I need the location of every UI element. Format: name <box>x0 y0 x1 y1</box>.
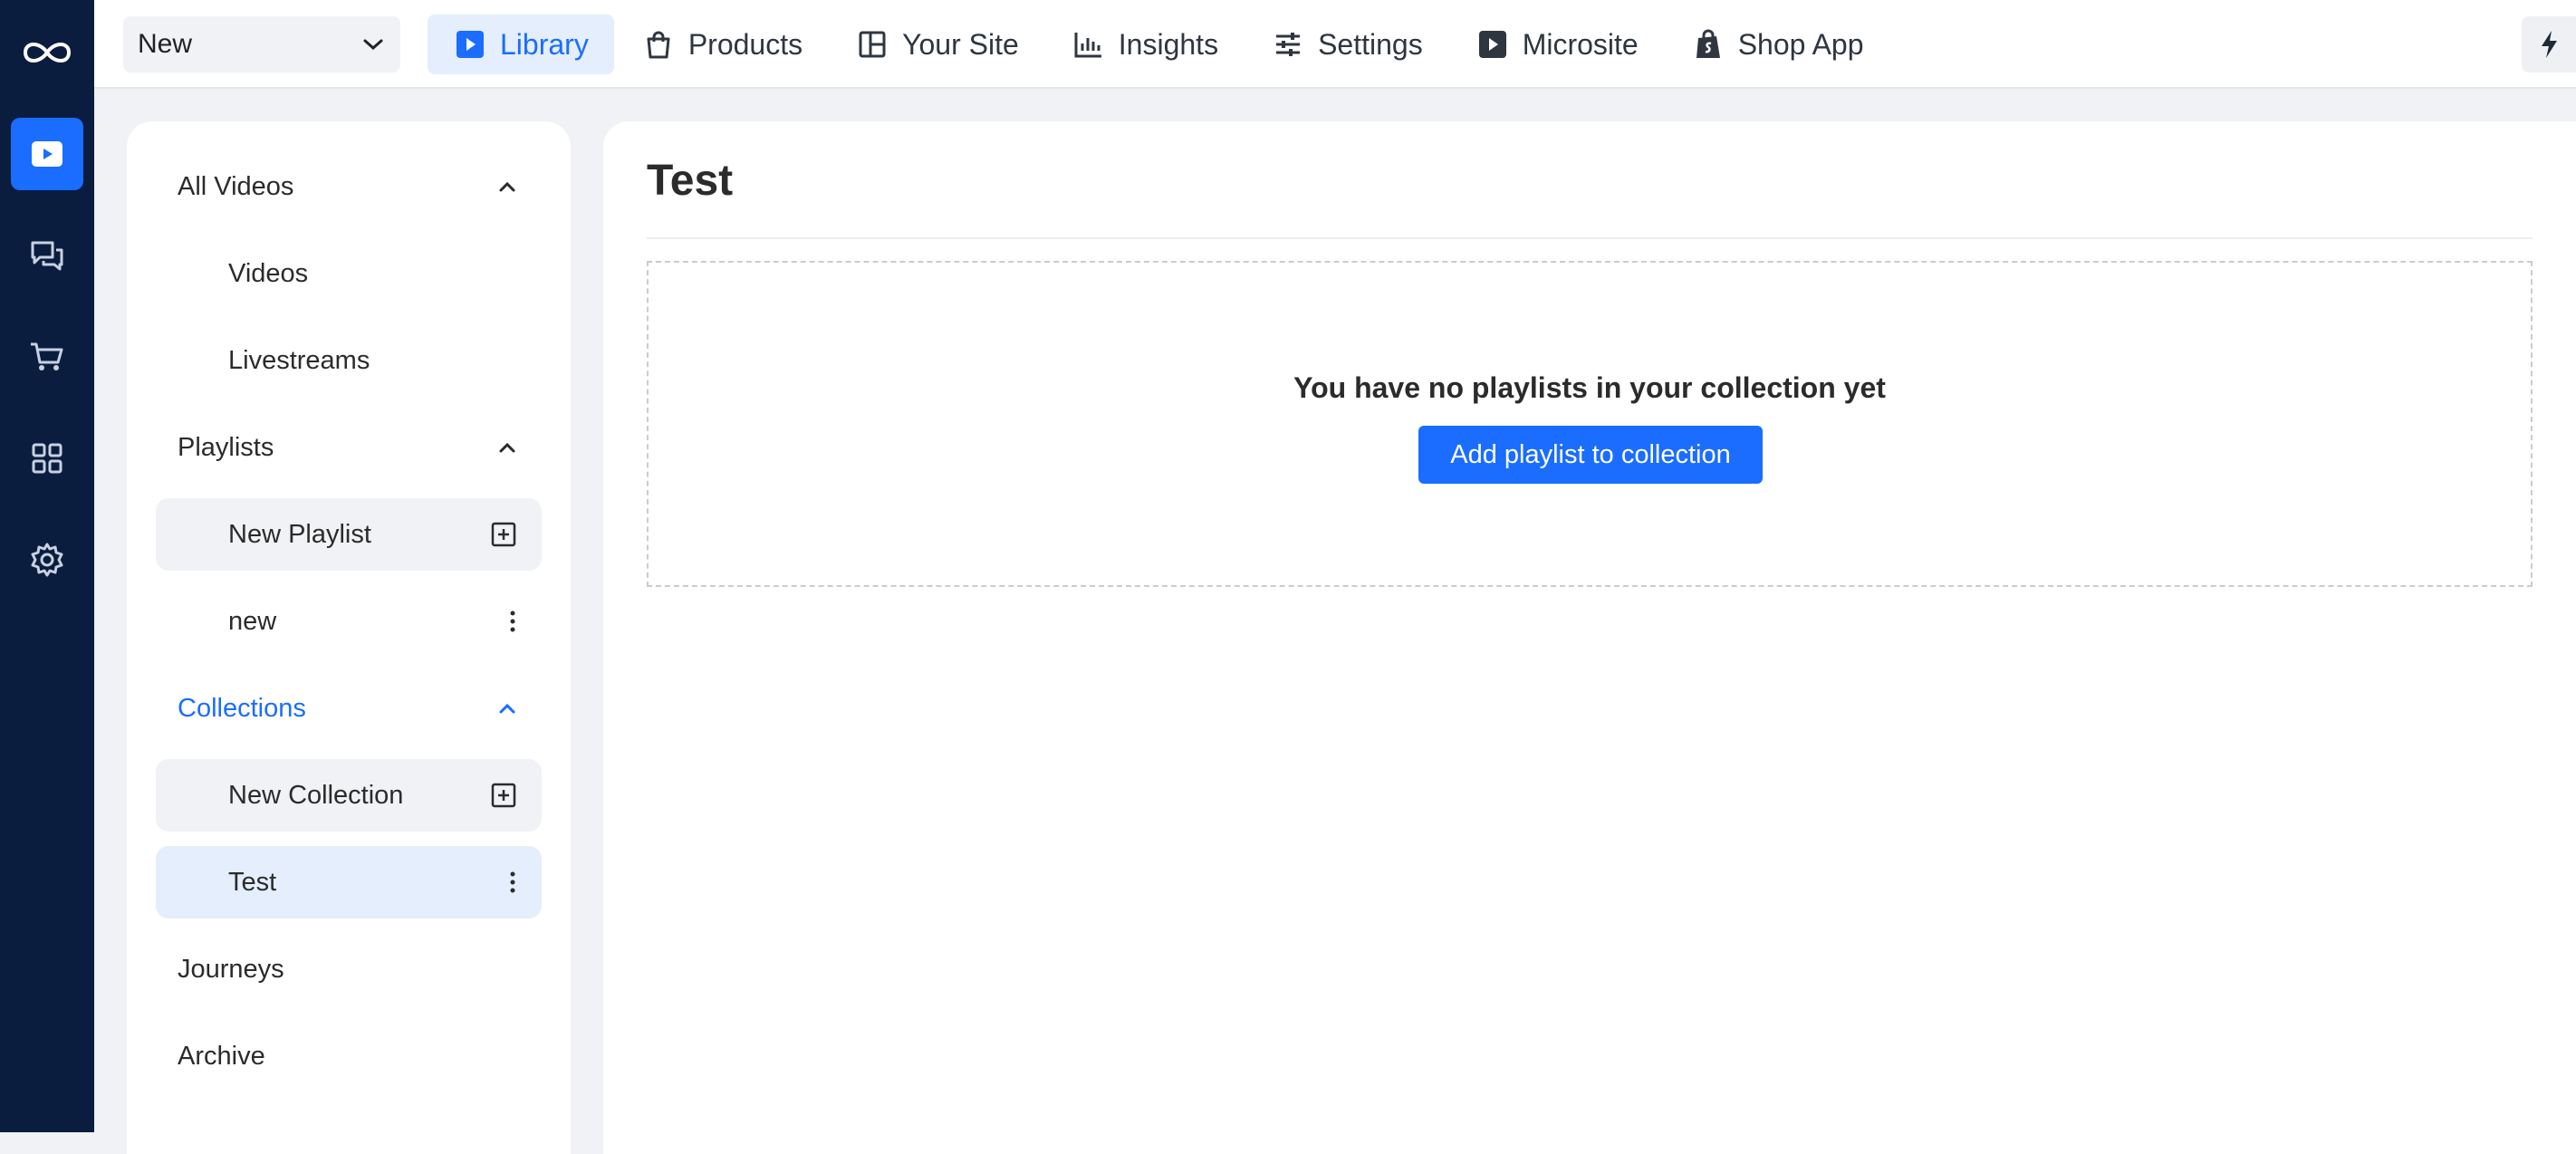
nav-insights[interactable]: Insights <box>1046 14 1244 74</box>
play-square-icon <box>1475 27 1510 62</box>
more-vertical-icon[interactable] <box>509 870 516 894</box>
nav-your-site[interactable]: Your Site <box>830 14 1044 74</box>
plus-square-icon <box>491 522 516 547</box>
main-nav: Library Products Your Site Insights Sett… <box>428 14 1891 74</box>
rail-videos-button[interactable] <box>11 118 83 190</box>
library-sidebar: All Videos Videos Livestreams Playlists … <box>127 121 571 1154</box>
sidebar-section-collections[interactable]: Collections <box>156 672 542 745</box>
video-icon <box>32 141 62 167</box>
sidebar-item-label: Journeys <box>178 954 284 984</box>
chevron-down-icon <box>363 39 383 51</box>
chevron-up-icon <box>499 703 515 714</box>
top-bar: New Library Products Your Site Insights … <box>94 0 2576 89</box>
nav-library-label: Library <box>500 27 589 61</box>
nav-shop-app-label: Shop App <box>1737 27 1864 61</box>
sidebar-item-label: new <box>228 606 277 636</box>
sidebar-item-journeys[interactable]: Journeys <box>156 933 542 1005</box>
title-divider <box>647 237 2533 239</box>
sidebar-item-videos[interactable]: Videos <box>156 237 542 310</box>
sidebar-item-playlist-new[interactable]: new <box>156 585 542 658</box>
sidebar-section-all-videos[interactable]: All Videos <box>156 150 542 223</box>
sidebar-section-label: Collections <box>178 693 306 723</box>
sidebar-item-label: Livestreams <box>228 345 370 375</box>
sidebar-item-label: Test <box>228 867 277 897</box>
page-title: Test <box>647 157 734 205</box>
workspace-select[interactable]: New <box>123 16 400 72</box>
nav-library[interactable]: Library <box>428 14 614 74</box>
sidebar-section-playlists[interactable]: Playlists <box>156 411 542 484</box>
play-square-icon <box>453 27 487 62</box>
plus-square-icon <box>491 783 516 808</box>
sidebar-item-livestreams[interactable]: Livestreams <box>156 324 542 397</box>
nav-settings[interactable]: Settings <box>1245 14 1448 74</box>
sidebar-item-label: Archive <box>178 1041 265 1071</box>
nav-settings-label: Settings <box>1318 27 1423 61</box>
rail-settings-button[interactable] <box>11 524 83 596</box>
rail-cart-button[interactable] <box>11 321 83 393</box>
sidebar-section-label: Playlists <box>178 432 274 462</box>
workspace-select-value: New <box>138 29 193 59</box>
bar-chart-icon <box>1072 27 1106 62</box>
nav-shop-app[interactable]: Shop App <box>1666 14 1889 74</box>
logo-icon[interactable] <box>20 34 74 71</box>
nav-products[interactable]: Products <box>616 14 828 74</box>
more-vertical-icon[interactable] <box>509 610 516 633</box>
sidebar-item-collection-test[interactable]: Test <box>156 846 542 918</box>
sidebar-section-label: All Videos <box>178 171 294 201</box>
chevron-up-icon <box>499 442 515 453</box>
chat-icon <box>31 241 63 271</box>
chevron-up-icon <box>499 181 515 192</box>
shopify-bag-icon <box>1691 27 1725 62</box>
grid-icon <box>32 443 62 474</box>
rail-apps-button[interactable] <box>11 422 83 495</box>
empty-state: You have no playlists in your collection… <box>647 261 2533 587</box>
lightning-icon <box>2542 31 2557 58</box>
nav-microsite-label: Microsite <box>1522 27 1639 61</box>
shopping-bag-icon <box>641 27 676 62</box>
nav-your-site-label: Your Site <box>902 27 1019 61</box>
rail-chat-button[interactable] <box>11 219 83 292</box>
sidebar-item-label: New Playlist <box>228 519 371 549</box>
nav-products-label: Products <box>687 27 803 61</box>
sidebar-item-label: Videos <box>228 258 309 288</box>
sidebar-item-label: New Collection <box>228 780 404 810</box>
nav-microsite[interactable]: Microsite <box>1450 14 1664 74</box>
layout-icon <box>855 27 889 62</box>
quick-action-button[interactable] <box>2522 16 2576 72</box>
gear-icon <box>31 543 63 577</box>
empty-state-message: You have no playlists in your collection… <box>1293 371 1886 404</box>
cart-icon <box>31 342 63 370</box>
app-rail <box>0 0 94 1132</box>
sidebar-item-archive[interactable]: Archive <box>156 1020 542 1092</box>
add-playlist-button[interactable]: Add playlist to collection <box>1418 426 1763 484</box>
nav-insights-label: Insights <box>1118 27 1219 61</box>
sidebar-item-new-collection[interactable]: New Collection <box>156 759 542 832</box>
sliders-icon <box>1271 27 1305 62</box>
sidebar-item-new-playlist[interactable]: New Playlist <box>156 498 542 571</box>
collection-panel: Test You have no playlists in your colle… <box>603 121 2576 1154</box>
